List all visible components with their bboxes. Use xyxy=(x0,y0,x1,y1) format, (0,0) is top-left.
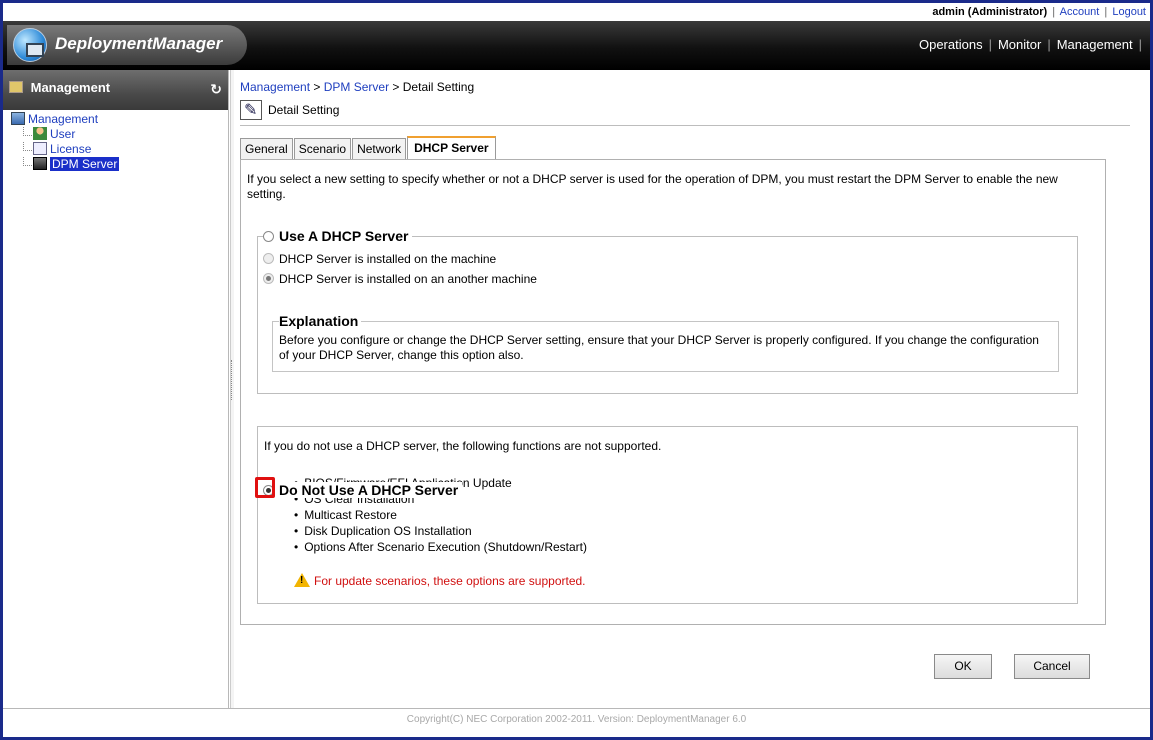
main-content: Management > DPM Server > Detail Setting… xyxy=(236,70,1148,708)
option-installed-on-machine[interactable]: DHCP Server is installed on the machine xyxy=(263,252,496,266)
breadcrumb-dpm-server[interactable]: DPM Server xyxy=(324,80,389,94)
sidebar-title: Management xyxy=(30,80,111,95)
highlight-box xyxy=(255,477,275,498)
use-dhcp-label: Use A DHCP Server xyxy=(279,228,409,244)
tab-dhcp-server[interactable]: DHCP Server xyxy=(407,136,496,160)
user-icon xyxy=(33,127,47,140)
divider xyxy=(240,125,1130,126)
no-dhcp-legend: Do Not Use A DHCP Server xyxy=(263,482,463,498)
explanation-text: Before you configure or change the DHCP … xyxy=(279,333,1039,362)
deployment-manager-logo-icon xyxy=(13,28,47,62)
ok-button[interactable]: OK xyxy=(934,654,992,679)
app-header: DeploymentManager Operations | Monitor | Man… xyxy=(3,21,1150,70)
nav-operations[interactable]: Operations xyxy=(913,37,989,52)
app-logo: DeploymentManager xyxy=(7,25,247,65)
tab-bar: General Scenario Network DHCP Server xyxy=(240,136,497,160)
use-dhcp-legend: Use A DHCP Server xyxy=(263,228,413,244)
tree-item-label[interactable]: Management xyxy=(28,112,98,126)
page-title-text: Detail Setting xyxy=(268,103,340,117)
nav-monitor[interactable]: Monitor xyxy=(992,37,1047,52)
list-item: Options After Scenario Execution (Shutdo… xyxy=(294,539,587,555)
edit-icon xyxy=(240,100,262,120)
no-dhcp-description: If you do not use a DHCP server, the fol… xyxy=(264,439,662,453)
warning-message: For update scenarios, these options are … xyxy=(294,573,586,588)
footer: Copyright(C) NEC Corporation 2002-2011. … xyxy=(3,708,1150,737)
option-installed-on-another-machine[interactable]: DHCP Server is installed on an another m… xyxy=(263,272,537,286)
account-link[interactable]: Account xyxy=(1060,6,1100,18)
management-icon xyxy=(11,112,25,125)
dhcp-settings-panel: If you select a new setting to specify w… xyxy=(240,159,1106,625)
tab-general[interactable]: General xyxy=(240,138,293,160)
panel-splitter[interactable] xyxy=(230,70,234,708)
separator: | xyxy=(1052,6,1056,18)
navigation-tree: Management User License DPM Server xyxy=(3,110,228,172)
tree-item-management[interactable]: Management xyxy=(11,112,228,127)
page-title: Detail Setting xyxy=(240,100,339,120)
separator: | xyxy=(1104,6,1108,18)
tab-scenario[interactable]: Scenario xyxy=(293,138,352,160)
installed-on-machine-radio[interactable] xyxy=(263,253,274,264)
breadcrumb-separator: > xyxy=(389,80,403,94)
no-dhcp-label: Do Not Use A DHCP Server xyxy=(279,482,459,498)
logout-link[interactable]: Logout xyxy=(1112,6,1146,18)
tree-item-user[interactable]: User xyxy=(11,127,228,142)
top-user-bar: admin (Administrator) | Account | Logout xyxy=(3,3,1150,21)
sidebar: Management ↻ Management User License DPM… xyxy=(3,70,229,708)
sidebar-header: Management ↻ xyxy=(3,70,228,110)
tab-network[interactable]: Network xyxy=(352,138,407,160)
tree-item-license[interactable]: License xyxy=(11,142,228,157)
list-item: Disk Duplication OS Installation xyxy=(294,523,587,539)
breadcrumb-management[interactable]: Management xyxy=(240,80,310,94)
option-label: DHCP Server is installed on the machine xyxy=(279,252,497,266)
list-item: Multicast Restore xyxy=(294,507,587,523)
license-icon xyxy=(33,142,47,155)
use-dhcp-radio[interactable] xyxy=(263,231,274,242)
explanation-title: Explanation xyxy=(279,313,362,329)
option-label: DHCP Server is installed on an another m… xyxy=(279,272,537,286)
tree-item-label[interactable]: User xyxy=(50,127,75,141)
no-dhcp-group: If you do not use a DHCP server, the fol… xyxy=(257,426,1078,604)
tree-item-label[interactable]: DPM Server xyxy=(50,157,120,171)
management-icon xyxy=(9,81,23,93)
intro-text: If you select a new setting to specify w… xyxy=(247,172,1058,201)
breadcrumb-separator: > xyxy=(310,80,324,94)
current-user: admin (Administrator) xyxy=(932,6,1048,18)
server-icon xyxy=(33,157,47,170)
main-nav: Operations | Monitor | Management | xyxy=(913,37,1142,52)
tree-item-dpm-server[interactable]: DPM Server xyxy=(11,157,228,172)
warning-icon xyxy=(294,573,310,587)
app-title: DeploymentManager xyxy=(55,34,223,53)
breadcrumb-current: Detail Setting xyxy=(402,80,475,94)
breadcrumb: Management > DPM Server > Detail Setting xyxy=(240,80,474,94)
explanation-box: Explanation Before you configure or chan… xyxy=(272,313,1059,372)
refresh-icon[interactable]: ↻ xyxy=(210,81,222,98)
warning-text: For update scenarios, these options are … xyxy=(314,574,586,588)
cancel-button[interactable]: Cancel xyxy=(1014,654,1090,679)
installed-on-another-machine-radio[interactable] xyxy=(263,273,274,284)
nav-management[interactable]: Management xyxy=(1051,37,1139,52)
tree-item-label[interactable]: License xyxy=(50,142,91,156)
